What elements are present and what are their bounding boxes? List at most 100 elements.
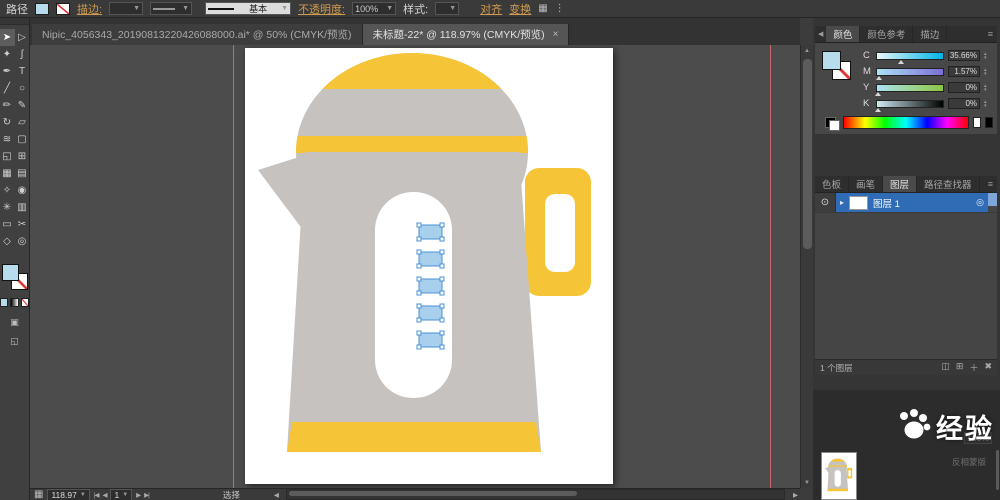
artboard[interactable] xyxy=(245,48,613,484)
pencil-tool[interactable]: ✎ xyxy=(15,97,30,114)
tab-stroke[interactable]: 描边 xyxy=(913,26,948,42)
hand-tool[interactable]: ◇ xyxy=(0,233,15,250)
gradient-mode-button[interactable] xyxy=(10,298,19,307)
zoom-tool[interactable]: ◎ xyxy=(15,233,30,250)
channel-slider[interactable] xyxy=(875,67,944,80)
fill-proxy-swatch[interactable] xyxy=(822,51,841,70)
transform-link[interactable]: 变换 xyxy=(509,1,531,17)
gradient-tool[interactable]: ▤ xyxy=(15,165,30,182)
stroke-link[interactable]: 描边: xyxy=(77,1,102,17)
artboard-tool[interactable]: ▭ xyxy=(0,216,15,233)
panel-grid-icon[interactable]: ▦ xyxy=(538,3,547,14)
artboard-number-dropdown[interactable]: 1 ▼ xyxy=(110,488,133,500)
tab-pathfinder[interactable]: 路径查找器 xyxy=(917,176,980,192)
slider-handle[interactable] xyxy=(897,59,904,64)
color-mode-button[interactable] xyxy=(0,298,9,307)
value-spinner[interactable]: ▴ ▾ xyxy=(984,51,987,60)
free-transform-tool[interactable]: ▢ xyxy=(15,131,30,148)
channel-slider[interactable] xyxy=(874,99,944,112)
visibility-eye-icon[interactable]: ⊙ xyxy=(815,193,836,212)
toolbar-grip[interactable] xyxy=(0,18,29,25)
align-link[interactable]: 对齐 xyxy=(480,1,502,17)
drawing-mode-icon[interactable]: ▣ xyxy=(10,317,19,328)
prev-artboard-icon[interactable]: ◀ xyxy=(102,491,107,499)
delete-layer-icon[interactable]: ✖ xyxy=(984,361,992,374)
last-artboard-icon[interactable]: ▶| xyxy=(144,491,150,499)
vertical-scroll-thumb[interactable] xyxy=(803,59,812,249)
horizontal-scrollbar[interactable] xyxy=(285,489,785,500)
width-tool[interactable]: ≋ xyxy=(0,131,15,148)
close-tab-icon[interactable]: × xyxy=(553,29,559,40)
target-circle-icon[interactable]: ◎ xyxy=(976,197,984,208)
fill-proxy-swatch[interactable] xyxy=(1,264,19,281)
ellipse-tool[interactable]: ○ xyxy=(15,80,30,97)
new-layer-icon[interactable]: ＋ xyxy=(969,361,978,374)
fill-color-swatch[interactable] xyxy=(35,2,49,15)
scale-tool[interactable]: ▱ xyxy=(15,114,30,131)
scroll-down-icon[interactable]: ▼ xyxy=(801,477,813,488)
tab-brushes[interactable]: 画笔 xyxy=(849,176,884,192)
color-spectrum-bar[interactable] xyxy=(843,116,969,129)
stroke-color-swatch[interactable] xyxy=(56,2,70,15)
perspective-grid-tool[interactable]: ⊞ xyxy=(15,148,30,165)
channel-value-field[interactable]: 35.66% xyxy=(948,50,980,61)
selected-layer[interactable]: ▸ 图层 1 ◎ xyxy=(836,193,988,212)
tab-swatches[interactable]: 色板 xyxy=(815,176,850,192)
hscroll-right-icon[interactable]: ▶ xyxy=(793,491,798,499)
guide-line-left[interactable] xyxy=(233,45,234,488)
dock-scrollbar[interactable] xyxy=(996,450,999,490)
channel-value-field[interactable]: 0% xyxy=(948,82,980,93)
canvas[interactable] xyxy=(30,45,800,488)
kettle-illustration[interactable] xyxy=(245,48,613,484)
expand-triangle-icon[interactable]: ▸ xyxy=(840,198,844,207)
tab-layers[interactable]: 图层 xyxy=(883,176,918,192)
mesh-tool[interactable]: ▦ xyxy=(0,165,15,182)
slider-handle[interactable] xyxy=(874,91,881,96)
type-tool[interactable]: T xyxy=(15,63,30,80)
fill-stroke-proxy[interactable] xyxy=(1,264,28,292)
new-sublayer-icon[interactable]: ⊞ xyxy=(956,361,964,374)
channel-slider[interactable] xyxy=(874,83,944,96)
eyedropper-tool[interactable]: ✧ xyxy=(0,182,15,199)
lasso-tool[interactable]: ʃ xyxy=(15,46,30,63)
zoom-level-dropdown[interactable]: 118.97 ▼ xyxy=(47,488,90,500)
black-swatch[interactable] xyxy=(985,117,993,128)
shape-builder-tool[interactable]: ◱ xyxy=(0,148,15,165)
value-spinner[interactable]: ▴ ▾ xyxy=(984,67,987,76)
opacity-dropdown[interactable]: 100% ▼ xyxy=(352,2,397,15)
value-spinner[interactable]: ▴ ▾ xyxy=(984,83,987,92)
black-white-swatches[interactable] xyxy=(825,116,840,131)
screen-mode-icon[interactable]: ◱ xyxy=(10,336,19,347)
collapse-panel-icon[interactable]: ◀ xyxy=(815,30,826,38)
next-artboard-icon[interactable]: ▶ xyxy=(136,491,141,499)
rotate-tool[interactable]: ↻ xyxy=(0,114,15,131)
blend-tool[interactable]: ◉ xyxy=(15,182,30,199)
document-tab-1[interactable]: Nipic_4056343_20190813220426088000.ai* @… xyxy=(32,24,363,45)
tab-color[interactable]: 颜色 xyxy=(826,26,861,42)
selection-tool[interactable]: ➤ xyxy=(0,29,15,46)
pen-tool[interactable]: ✒ xyxy=(0,63,15,80)
symbol-sprayer-tool[interactable]: ✳ xyxy=(0,199,15,216)
column-graph-tool[interactable]: ▥ xyxy=(15,199,30,216)
magic-wand-tool[interactable]: ✦ xyxy=(0,46,15,63)
first-artboard-icon[interactable]: |◀ xyxy=(94,491,100,499)
guide-line-right[interactable] xyxy=(770,45,771,488)
line-segment-tool[interactable]: ╱ xyxy=(0,80,15,97)
tab-color-guide[interactable]: 颜色参考 xyxy=(860,26,914,42)
make-clipping-mask-icon[interactable]: ◫ xyxy=(941,361,950,374)
paintbrush-tool[interactable]: ✏ xyxy=(0,97,15,114)
panel-menu-icon[interactable]: ≡ xyxy=(988,29,993,39)
slider-handle[interactable] xyxy=(875,75,882,80)
layer-row[interactable]: ⊙ ▸ 图层 1 ◎ xyxy=(815,193,997,213)
slider-handle[interactable] xyxy=(874,107,881,112)
status-grid-icon[interactable]: ▦ xyxy=(34,489,43,500)
document-tab-2[interactable]: 未标题-22* @ 118.97% (CMYK/预览) × xyxy=(362,24,570,45)
none-mode-button[interactable] xyxy=(20,298,29,307)
value-spinner[interactable]: ▴ ▾ xyxy=(984,99,987,108)
color-fill-stroke-proxy[interactable] xyxy=(822,51,852,81)
brush-definition-dropdown[interactable]: 基本 ▼ xyxy=(205,2,292,15)
vertical-scrollbar[interactable]: ▲ ▼ xyxy=(800,45,813,488)
scroll-up-icon[interactable]: ▲ xyxy=(801,45,813,56)
channel-slider[interactable] xyxy=(876,51,944,64)
slice-tool[interactable]: ✂ xyxy=(15,216,30,233)
